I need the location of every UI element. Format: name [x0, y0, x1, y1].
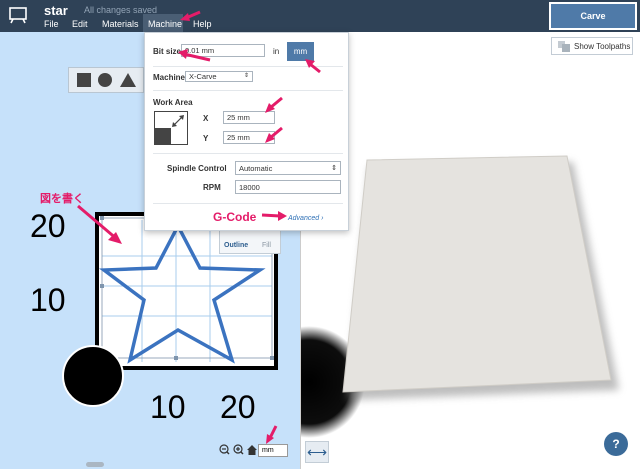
divider [153, 90, 343, 91]
swap-view-icon[interactable]: ⟷ [305, 441, 329, 463]
y-label: Y [203, 134, 209, 143]
show-toolpaths-button[interactable]: Show Toolpaths [551, 37, 633, 55]
menu-machine[interactable]: Machine [148, 19, 182, 29]
dimension-label-x-10: 10 [150, 389, 186, 425]
home-icon[interactable] [247, 445, 257, 455]
menu-materials[interactable]: Materials [102, 19, 139, 29]
fill-option[interactable]: Fill [262, 242, 271, 249]
triangle-tool-icon[interactable] [120, 73, 136, 87]
annotation-arrow-icon [178, 49, 211, 62]
app-logo-icon [9, 7, 27, 24]
show-toolpaths-label: Show Toolpaths [574, 41, 631, 51]
preview-3d[interactable] [253, 32, 640, 469]
unit-in-toggle[interactable]: in [273, 47, 279, 56]
shape-toolbar [68, 67, 144, 93]
menu-edit[interactable]: Edit [72, 19, 88, 29]
project-title[interactable]: star [44, 3, 68, 18]
divider [153, 203, 343, 204]
work-area-label: Work Area [153, 98, 193, 107]
rpm-input[interactable]: 18000 [235, 180, 341, 194]
x-label: X [203, 114, 209, 123]
divider [153, 153, 343, 154]
square-tool-icon[interactable] [77, 73, 91, 87]
carve-button[interactable]: Carve [549, 2, 637, 30]
annotation-arrow-icon [180, 10, 201, 21]
advanced-link-label: Advanced [288, 215, 320, 222]
machine-select-value: X-Carve [189, 72, 217, 81]
zoom-in-icon[interactable] [233, 444, 244, 455]
rpm-label: RPM [203, 183, 221, 192]
select-arrow-icon: ⇕ [243, 73, 249, 79]
advanced-link[interactable]: Advanced › [288, 215, 323, 222]
circle-tool-icon[interactable] [98, 73, 112, 87]
spindle-control-select[interactable]: Automatic ⇕ [235, 161, 341, 175]
annotation-arrow-icon [77, 204, 122, 244]
zoom-out-icon[interactable] [219, 444, 230, 455]
toolpaths-icon [558, 41, 570, 52]
machine-select[interactable]: X-Carve ⇕ [185, 71, 253, 82]
spindle-select-value: Automatic [239, 164, 273, 173]
annotation-gcode: G-Code [213, 210, 257, 224]
outline-option[interactable]: Outline [224, 242, 248, 249]
app-header: star All changes saved File Edit Materia… [0, 0, 640, 32]
material-preview [253, 155, 619, 438]
dimension-label-y-20: 20 [30, 208, 66, 244]
annotation-arrow-icon [305, 59, 321, 74]
annotation-arrow-icon [261, 211, 287, 221]
work-area-icon [154, 111, 188, 145]
menu-file[interactable]: File [44, 19, 59, 29]
select-arrow-icon: ⇕ [331, 165, 337, 172]
annotation-arrow-icon [265, 126, 283, 143]
spindle-control-label: Spindle Control [167, 164, 227, 173]
annotation-arrow-icon [265, 96, 283, 113]
circle-shape[interactable] [62, 345, 124, 407]
machine-label: Machine [153, 73, 186, 82]
annotation-arrow-icon [266, 425, 278, 444]
help-button[interactable]: ? [604, 432, 628, 456]
dimension-label-x-20: 20 [220, 389, 256, 425]
dimension-label-y-10: 10 [30, 282, 66, 318]
horizontal-scrollbar[interactable] [86, 462, 104, 467]
menu-machine-active[interactable]: Machine [143, 14, 183, 32]
